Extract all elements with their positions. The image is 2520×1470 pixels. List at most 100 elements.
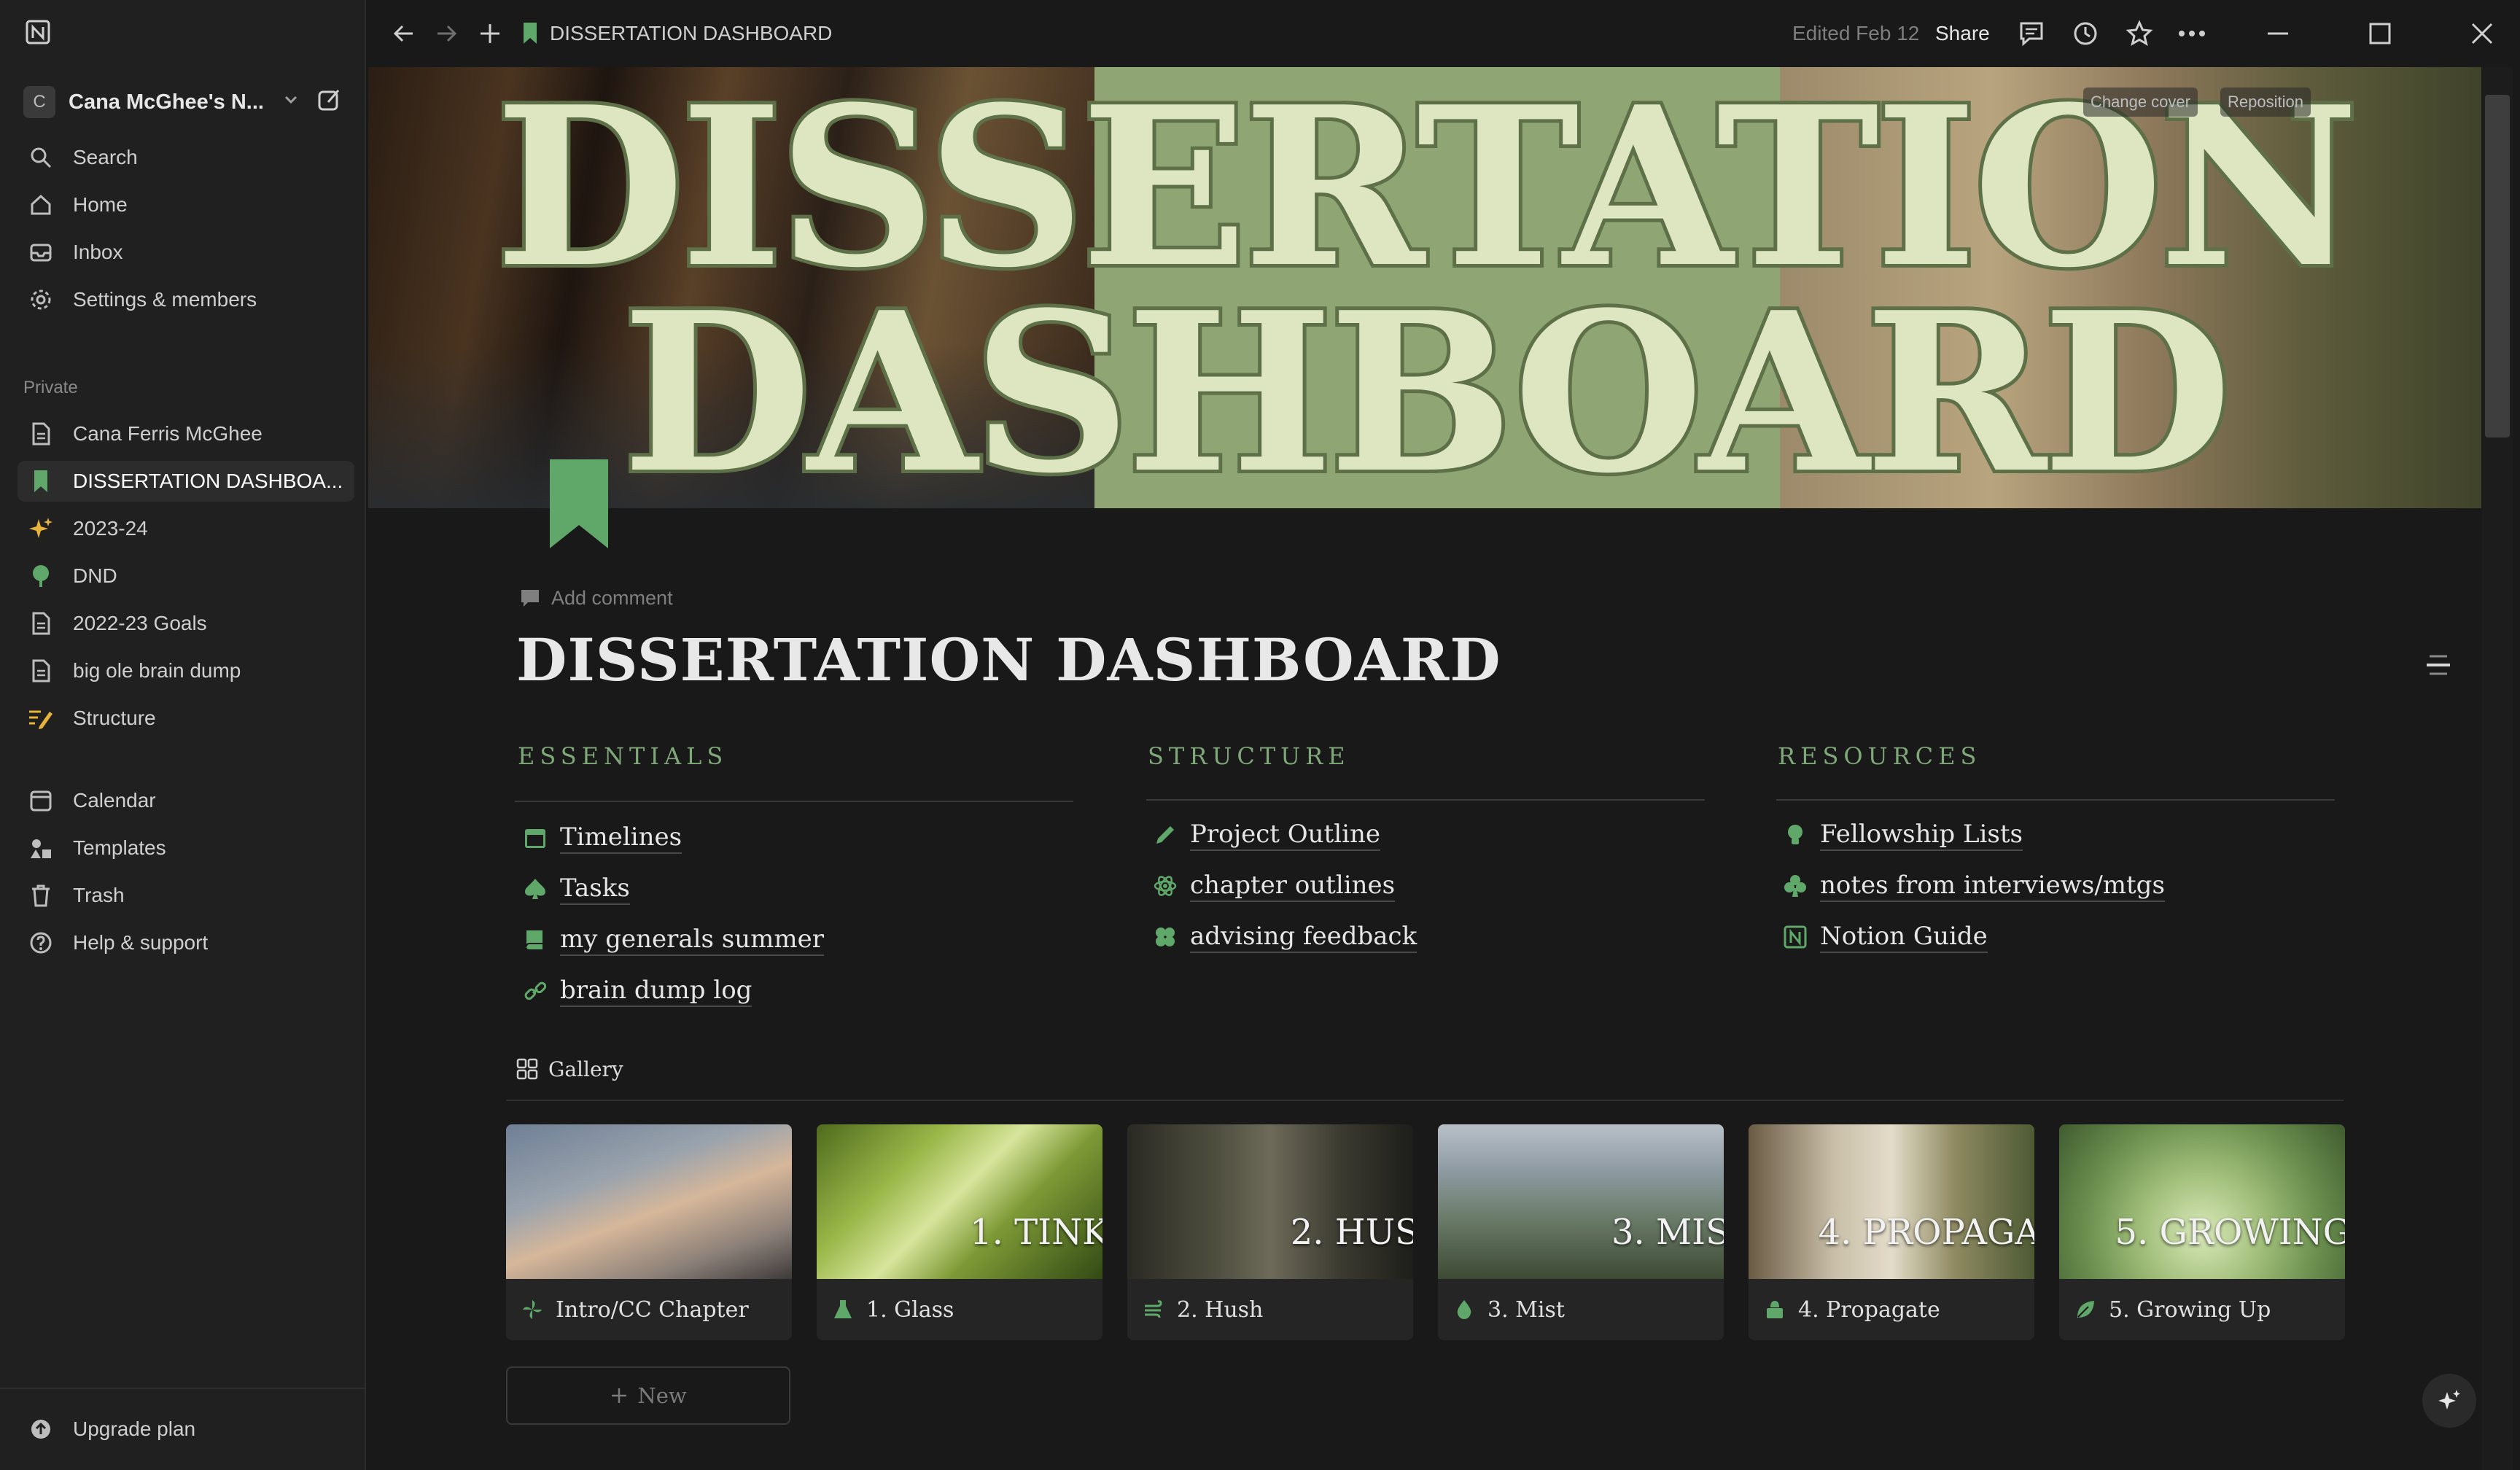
- maximize-window-icon[interactable]: [2364, 18, 2396, 50]
- gallery-card-glass[interactable]: 1. TINK 1. Glass: [817, 1124, 1102, 1340]
- card-caption: Intro/CC Chapter: [519, 1289, 749, 1330]
- sidebar-item-settings[interactable]: Settings & members: [18, 279, 354, 320]
- sidebar-item-label: 2022-23 Goals: [73, 612, 207, 634]
- sidebar-item-templates[interactable]: Templates: [18, 828, 354, 868]
- gallery-grid-icon: [516, 1058, 538, 1080]
- sidebar-item-dissertation-dashboard[interactable]: DISSERTATION DASHBOA...: [18, 461, 354, 502]
- gallery-card-mist[interactable]: 3. MIS 3. Mist: [1438, 1124, 1724, 1340]
- sidebar-item-label: Settings & members: [73, 288, 257, 311]
- gallery-card-growing-up[interactable]: 5. GROWING 5. Growing Up: [2059, 1124, 2345, 1340]
- link-notes-from-interviews[interactable]: notes from interviews/mtgs: [1781, 865, 2165, 907]
- chevron-down-icon[interactable]: [280, 89, 302, 117]
- sidebar-item-2022-23-goals[interactable]: 2022-23 Goals: [18, 603, 354, 644]
- sidebar-item-2023-24[interactable]: 2023-24: [18, 508, 354, 549]
- club-icon: [1781, 871, 1810, 901]
- upgrade-plan-button[interactable]: Upgrade plan: [18, 1407, 354, 1451]
- new-page-icon[interactable]: [316, 88, 343, 120]
- card-caption: 5. Growing Up: [2072, 1289, 2271, 1330]
- sidebar-item-cana-ferris-mcghee[interactable]: Cana Ferris McGhee: [18, 413, 354, 454]
- sidebar-item-help[interactable]: Help & support: [18, 922, 354, 963]
- link-project-outline[interactable]: Project Outline: [1151, 814, 1380, 856]
- reposition-button[interactable]: Reposition: [2220, 88, 2311, 117]
- cover-image[interactable]: DISSERTATION DASHBOARD Change cover Repo…: [368, 67, 2481, 508]
- close-window-icon[interactable]: [2466, 18, 2498, 50]
- link-label: Project Outline: [1190, 819, 1380, 851]
- back-arrow-icon[interactable]: [388, 18, 420, 50]
- sidebar-item-home[interactable]: Home: [18, 184, 354, 225]
- trash-icon: [26, 881, 55, 910]
- card-caption-label: 1. Glass: [866, 1296, 954, 1323]
- link-fellowship-lists[interactable]: Fellowship Lists: [1781, 814, 2023, 856]
- gallery-tab-label: Gallery: [548, 1057, 623, 1081]
- sidebar-item-label: Search: [73, 146, 138, 168]
- gallery-card-propagate[interactable]: 4. PROPAGA 4. Propagate: [1749, 1124, 2034, 1340]
- change-cover-button[interactable]: Change cover: [2083, 88, 2198, 117]
- forward-arrow-icon[interactable]: [430, 18, 462, 50]
- comment-icon[interactable]: [2015, 18, 2048, 50]
- table-of-contents-icon[interactable]: [2425, 650, 2451, 680]
- link-icon: [521, 976, 550, 1006]
- link-label: Fellowship Lists: [1820, 819, 2023, 851]
- page-icon: [26, 609, 55, 638]
- link-notion-guide[interactable]: Notion Guide: [1781, 916, 1988, 958]
- new-tab-plus-icon[interactable]: [474, 18, 506, 50]
- breadcrumb[interactable]: DISSERTATION DASHBOARD: [522, 16, 832, 51]
- link-label: Notion Guide: [1820, 921, 1988, 953]
- notion-icon: [1781, 922, 1810, 952]
- sidebar-item-structure[interactable]: Structure: [18, 698, 354, 739]
- add-comment-label: Add comment: [551, 586, 673, 609]
- sidebar-item-dnd[interactable]: DND: [18, 556, 354, 596]
- pencil-icon: [1151, 820, 1180, 849]
- sidebar-item-trash[interactable]: Trash: [18, 875, 354, 916]
- link-timelines[interactable]: Timelines: [521, 817, 682, 859]
- sidebar-item-big-ole-brain-dump[interactable]: big ole brain dump: [18, 650, 354, 691]
- history-clock-icon[interactable]: [2069, 18, 2101, 50]
- sidebar-item-inbox[interactable]: Inbox: [18, 232, 354, 273]
- link-label: my generals summer: [560, 924, 825, 956]
- gallery-card-hush[interactable]: 2. HUS 2. Hush: [1127, 1124, 1413, 1340]
- page-bookmark-icon[interactable]: [548, 458, 610, 550]
- card-cover-image: [1127, 1124, 1413, 1279]
- sidebar-item-label: Trash: [73, 884, 125, 906]
- wind-lines-icon: [1140, 1296, 1167, 1323]
- scrollbar-thumb[interactable]: [2485, 95, 2510, 438]
- page-title[interactable]: DISSERTATION DASHBOARD: [516, 626, 1501, 694]
- gallery-view-tab[interactable]: Gallery: [516, 1053, 623, 1085]
- link-my-generals-summer[interactable]: my generals summer: [521, 919, 825, 961]
- essentials-divider: [515, 801, 1073, 802]
- gallery-card-intro[interactable]: Intro/CC Chapter: [506, 1124, 792, 1340]
- sidebar-item-search[interactable]: Search: [18, 137, 354, 178]
- card-cover-image: [506, 1124, 792, 1279]
- sidebar-item-label: Structure: [73, 707, 156, 729]
- link-brain-dump-log[interactable]: brain dump log: [521, 970, 752, 1012]
- workspace-avatar: C: [23, 86, 55, 118]
- new-gallery-item-button[interactable]: New: [506, 1366, 790, 1425]
- link-label: brain dump log: [560, 975, 752, 1007]
- card-caption: 3. Mist: [1451, 1289, 1565, 1330]
- page-icon: [26, 656, 55, 685]
- sidebar-item-label: Templates: [73, 836, 166, 859]
- sparkle-icon: [26, 514, 55, 543]
- link-label: advising feedback: [1190, 921, 1418, 953]
- upgrade-plan-label: Upgrade plan: [73, 1418, 196, 1440]
- more-options-icon[interactable]: [2176, 18, 2208, 50]
- share-button[interactable]: Share: [1935, 16, 1990, 51]
- minimize-window-icon[interactable]: [2262, 18, 2294, 50]
- link-chapter-outlines[interactable]: chapter outlines: [1151, 865, 1396, 907]
- card-caption-label: 3. Mist: [1488, 1296, 1565, 1323]
- star-favorite-icon[interactable]: [2123, 18, 2155, 50]
- notion-logo-icon[interactable]: [25, 19, 51, 45]
- calendar-icon: [521, 823, 550, 852]
- link-tasks[interactable]: Tasks: [521, 868, 630, 910]
- essentials-heading: ESSENTIALS: [518, 742, 728, 770]
- ai-assistant-sparkle-icon[interactable]: [2422, 1374, 2476, 1428]
- sidebar-item-calendar[interactable]: Calendar: [18, 780, 354, 821]
- card-cover-image: [1749, 1124, 2034, 1279]
- resources-heading: RESOURCES: [1778, 742, 1982, 770]
- card-cover-image: [817, 1124, 1102, 1279]
- workspace-switcher[interactable]: C Cana McGhee's N...: [18, 82, 354, 122]
- card-caption: 2. Hush: [1140, 1289, 1263, 1330]
- add-comment-button[interactable]: Add comment: [519, 583, 673, 612]
- inbox-icon: [26, 238, 55, 267]
- link-advising-feedback[interactable]: advising feedback: [1151, 916, 1418, 958]
